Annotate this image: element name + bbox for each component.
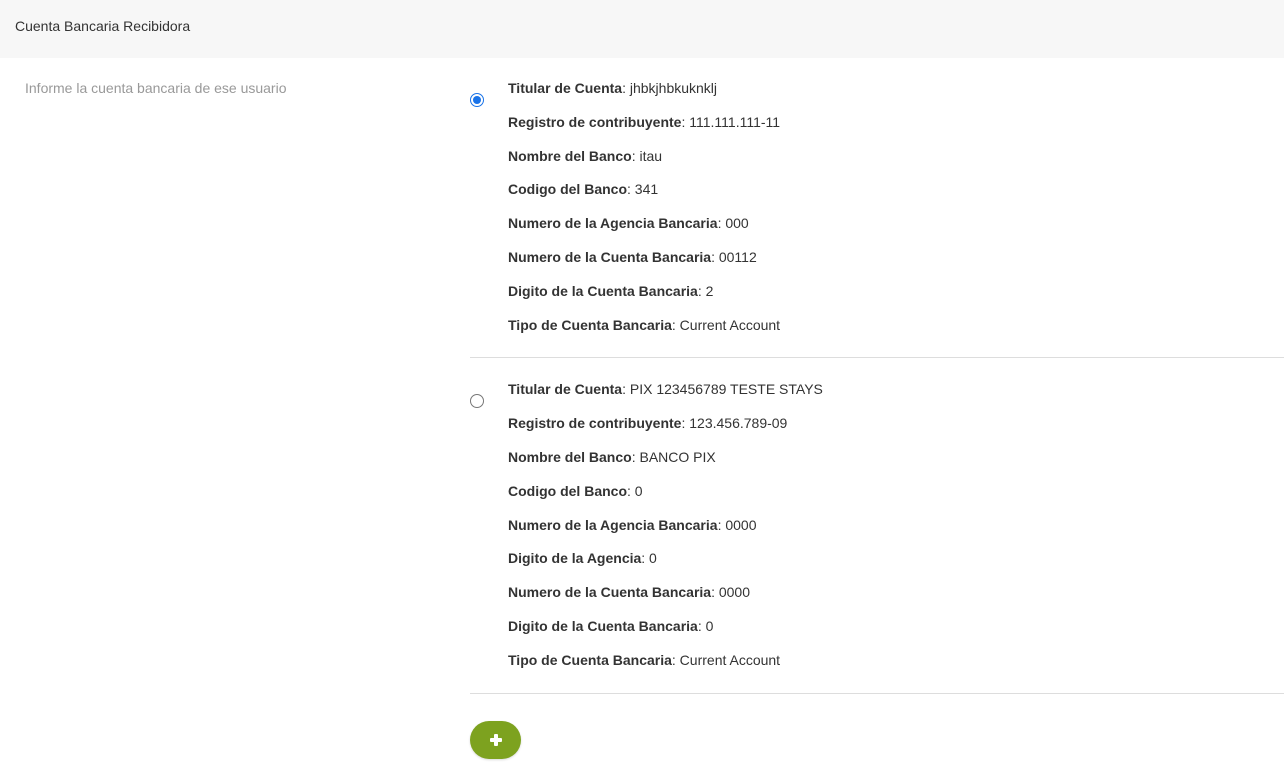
branch-number-field: Numero de la Agencia Bancaria: 000 bbox=[508, 207, 1284, 241]
account-number-field: Numero de la Cuenta Bancaria: 0000 bbox=[508, 576, 1284, 610]
field-value: : Current Account bbox=[671, 651, 781, 668]
field-value: : PIX 123456789 TESTE STAYS bbox=[622, 381, 823, 398]
field-value: : 0000 bbox=[711, 584, 750, 601]
field-label: Codigo del Banco bbox=[508, 181, 627, 198]
field-value: : 341 bbox=[627, 181, 659, 198]
account-holder-field: Titular de Cuenta: PIX 123456789 TESTE S… bbox=[508, 373, 1284, 407]
taxpayer-id-field: Registro de contribuyente: 111.111.111-1… bbox=[508, 106, 1284, 140]
field-label: Registro de contribuyente bbox=[508, 415, 682, 432]
field-label: Nombre del Banco bbox=[508, 147, 632, 164]
account-details: Titular de Cuenta: jhbkjhbkuknklj Regist… bbox=[508, 72, 1284, 342]
field-value: : 2 bbox=[697, 282, 714, 299]
field-label: Titular de Cuenta bbox=[508, 80, 623, 96]
bank-name-field: Nombre del Banco: BANCO PIX bbox=[508, 441, 1284, 475]
account-type-field: Tipo de Cuenta Bancaria: Current Account bbox=[508, 644, 1284, 678]
account-digit-field: Digito de la Cuenta Bancaria: 2 bbox=[508, 275, 1284, 309]
branch-digit-field: Digito de la Agencia: 0 bbox=[508, 542, 1284, 576]
field-value: : 0000 bbox=[717, 516, 757, 533]
account-holder-field: Titular de Cuenta: jhbkjhbkuknklj bbox=[508, 72, 1284, 106]
field-value: : 000 bbox=[717, 215, 749, 232]
bank-account-option[interactable]: Titular de Cuenta: PIX 123456789 TESTE S… bbox=[470, 373, 1284, 694]
account-type-field: Tipo de Cuenta Bancaria: Current Account bbox=[508, 309, 1284, 343]
section-description: Informe la cuenta bancaria de ese usuari… bbox=[25, 80, 287, 96]
field-label: Codigo del Banco bbox=[508, 482, 627, 499]
taxpayer-id-field: Registro de contribuyente: 123.456.789-0… bbox=[508, 407, 1284, 441]
field-label: Numero de la Cuenta Bancaria bbox=[508, 584, 712, 601]
section-title: Cuenta Bancaria Recibidora bbox=[15, 18, 191, 34]
field-label: Tipo de Cuenta Bancaria bbox=[508, 316, 672, 333]
bank-account-list: Titular de Cuenta: jhbkjhbkuknklj Regist… bbox=[470, 72, 1284, 709]
bank-code-field: Codigo del Banco: 0 bbox=[508, 475, 1284, 509]
field-value: : 123.456.789-09 bbox=[681, 415, 788, 432]
bank-code-field: Codigo del Banco: 341 bbox=[508, 173, 1284, 207]
field-value: : Current Account bbox=[671, 316, 781, 333]
account-details: Titular de Cuenta: PIX 123456789 TESTE S… bbox=[508, 373, 1284, 677]
plus-icon bbox=[489, 734, 502, 746]
field-label: Digito de la Agencia bbox=[508, 550, 642, 567]
field-label: Numero de la Agencia Bancaria bbox=[508, 215, 718, 232]
field-label: Nombre del Banco bbox=[508, 448, 632, 465]
account-digit-field: Digito de la Cuenta Bancaria: 0 bbox=[508, 610, 1284, 644]
field-value: : BANCO PIX bbox=[631, 448, 716, 465]
section-header: Cuenta Bancaria Recibidora bbox=[0, 0, 1284, 58]
field-value: : 111.111.111-11 bbox=[681, 113, 781, 130]
branch-number-field: Numero de la Agencia Bancaria: 0000 bbox=[508, 509, 1284, 543]
field-value: : itau bbox=[631, 147, 663, 164]
field-label: Registro de contribuyente bbox=[508, 113, 682, 130]
field-value: : jhbkjhbkuknklj bbox=[622, 80, 718, 96]
field-value: : 0 bbox=[697, 617, 714, 634]
account-number-field: Numero de la Cuenta Bancaria: 00112 bbox=[508, 241, 1284, 275]
bank-account-option[interactable]: Titular de Cuenta: jhbkjhbkuknklj Regist… bbox=[470, 72, 1284, 359]
field-label: Titular de Cuenta bbox=[508, 381, 623, 398]
field-label: Digito de la Cuenta Bancaria bbox=[508, 617, 698, 634]
field-label: Numero de la Agencia Bancaria bbox=[508, 516, 718, 533]
bank-name-field: Nombre del Banco: itau bbox=[508, 140, 1284, 174]
field-label: Tipo de Cuenta Bancaria bbox=[508, 651, 672, 668]
add-account-button[interactable] bbox=[470, 721, 521, 759]
field-value: : 00112 bbox=[711, 248, 757, 265]
field-value: : 0 bbox=[627, 482, 643, 499]
field-label: Numero de la Cuenta Bancaria bbox=[508, 248, 712, 265]
field-label: Digito de la Cuenta Bancaria bbox=[508, 282, 698, 299]
field-value: : 0 bbox=[641, 550, 657, 567]
account-radio-selected[interactable] bbox=[470, 93, 484, 107]
account-radio[interactable] bbox=[470, 394, 484, 409]
